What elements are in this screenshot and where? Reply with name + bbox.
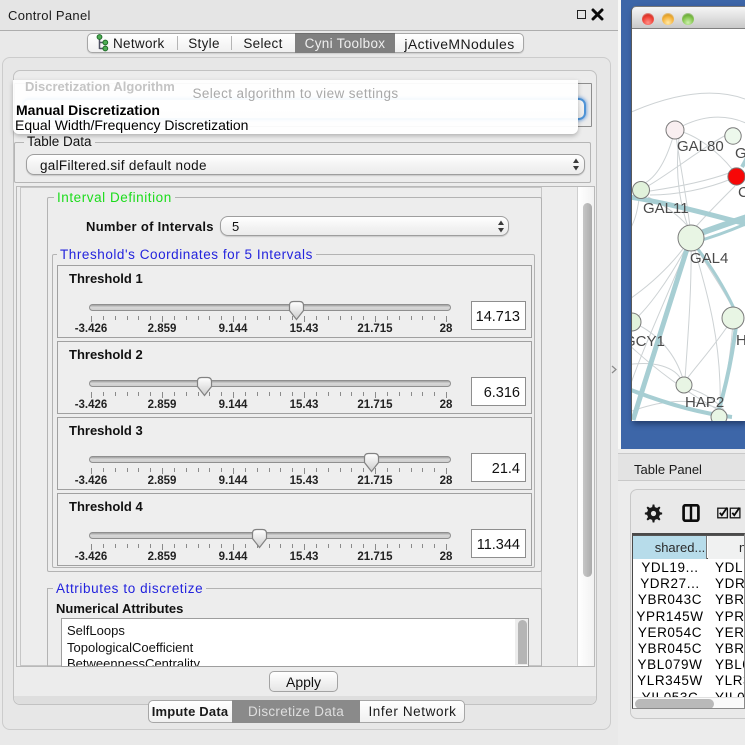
svg-text:GAL4: GAL4	[690, 250, 728, 267]
svg-text:GAL80: GAL80	[677, 138, 724, 155]
svg-text:GA: GA	[735, 145, 745, 162]
svg-text:HAP2: HAP2	[685, 394, 724, 411]
svg-text:H: H	[736, 332, 745, 349]
svg-text:GCY1: GCY1	[632, 333, 665, 350]
svg-text:GAL11: GAL11	[643, 200, 689, 217]
svg-text:C: C	[738, 184, 745, 201]
